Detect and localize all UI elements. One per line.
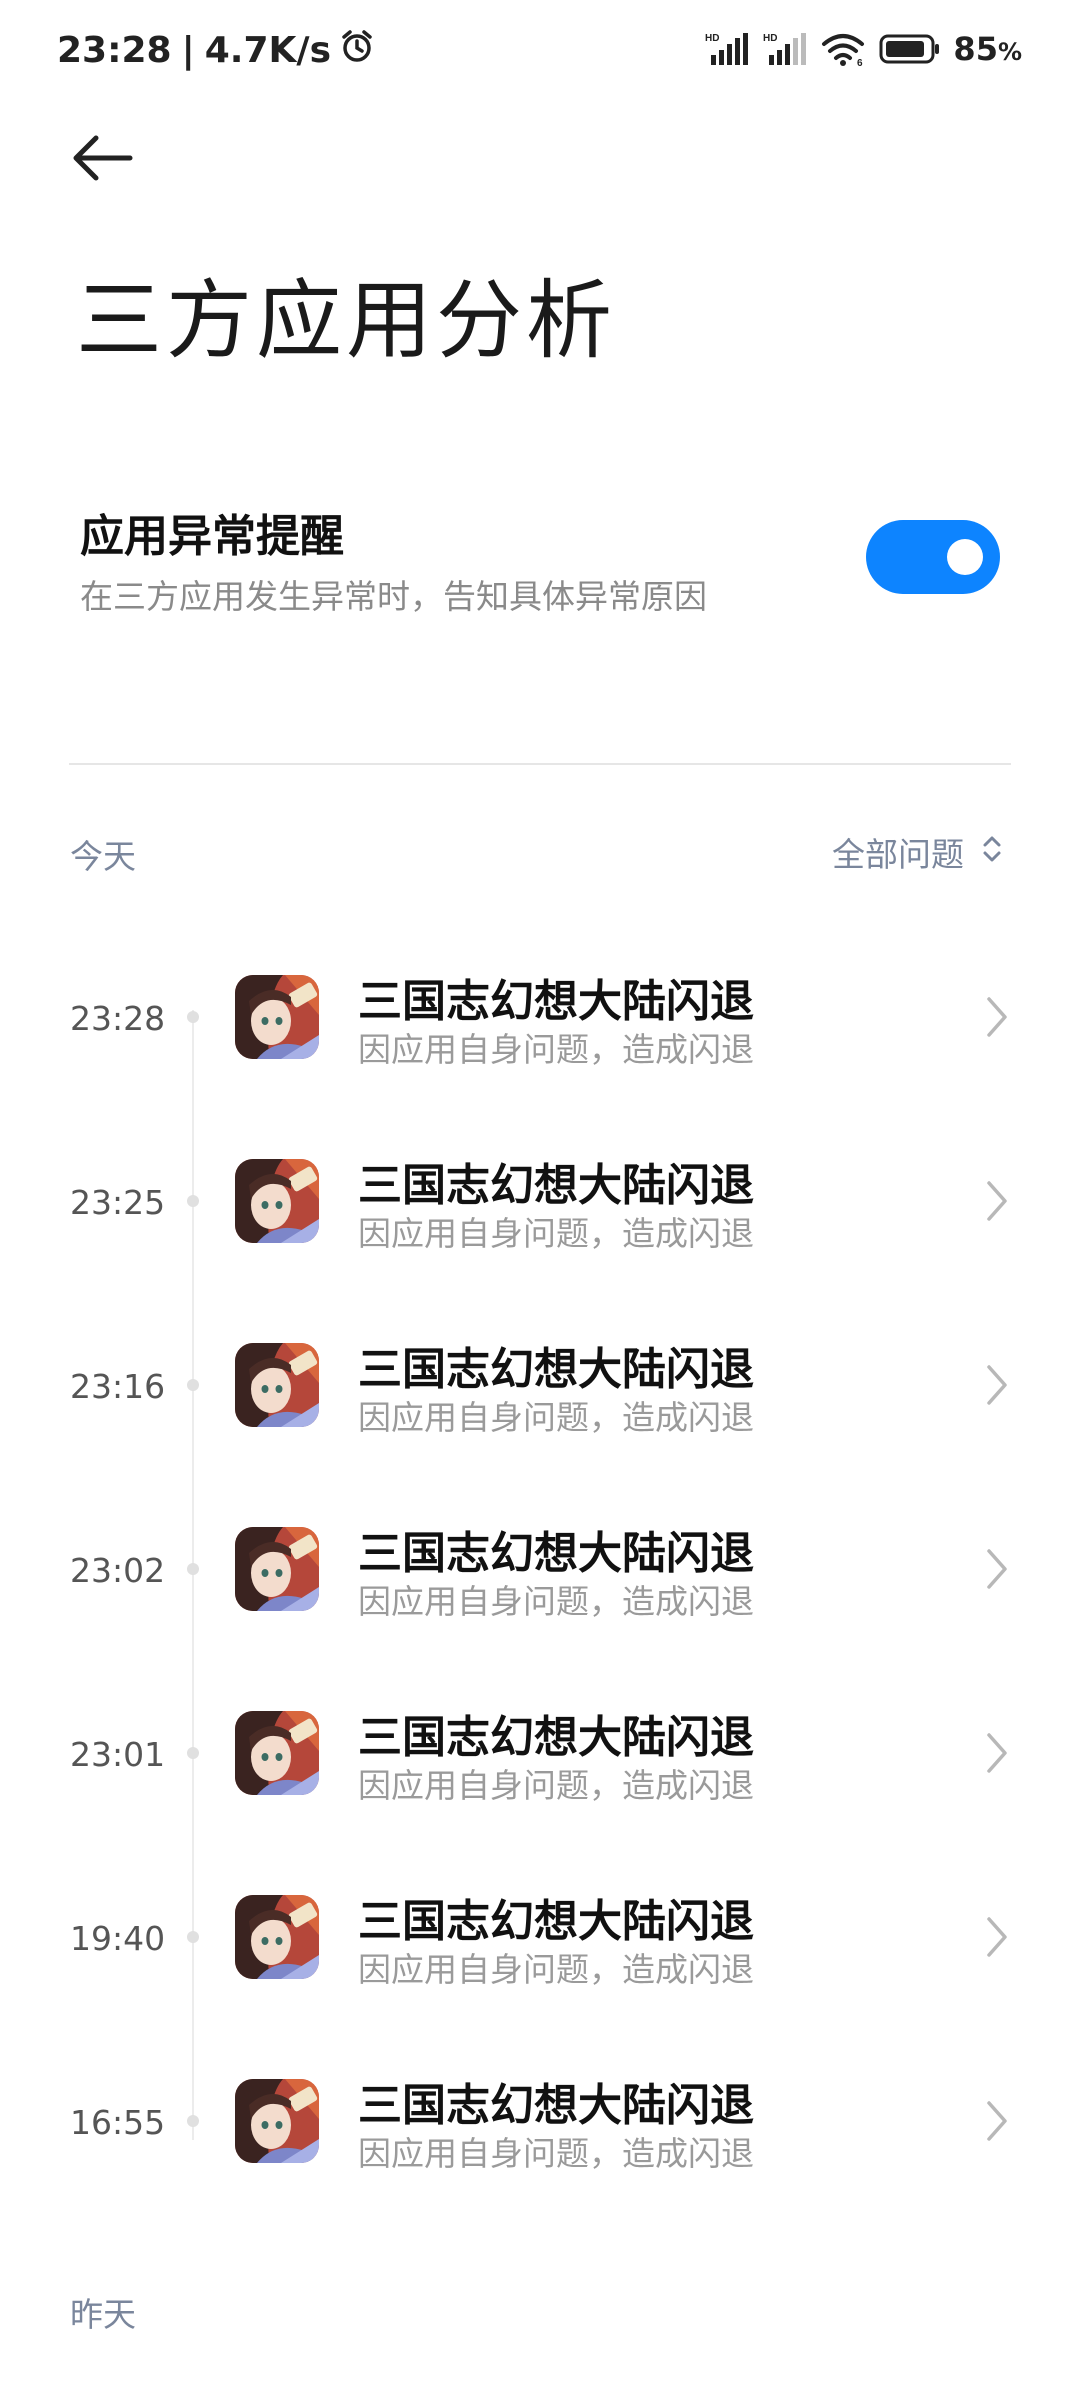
app-icon: [235, 1711, 319, 1795]
record-time: 23:02: [70, 1551, 166, 1590]
problem-filter-dropdown[interactable]: 全部问题: [832, 828, 1002, 876]
record-time: 23:25: [70, 1183, 166, 1222]
record-title: 三国志幻想大陆闪退: [358, 2080, 754, 2131]
setting-description: 在三方应用发生异常时，告知具体异常原因: [80, 577, 707, 616]
signal-hd-icon: HD: [705, 31, 751, 67]
record-reason: 因应用自身问题，造成闪退: [358, 1950, 754, 1989]
chevron-right-icon: [985, 1547, 1009, 1595]
setting-title: 应用异常提醒: [80, 511, 344, 562]
record-time: 23:01: [70, 1735, 166, 1774]
svg-text:HD: HD: [763, 33, 777, 44]
chevron-right-icon: [985, 1179, 1009, 1227]
battery-level: 85%: [953, 30, 1022, 68]
timeline-dot: [187, 2115, 199, 2127]
battery-icon: [879, 33, 941, 65]
filter-label: 全部问题: [832, 835, 964, 874]
wifi-icon: 6: [821, 31, 867, 67]
record-reason: 因应用自身问题，造成闪退: [358, 1214, 754, 1253]
app-icon: [235, 1527, 319, 1611]
app-icon: [235, 2079, 319, 2163]
crash-record-row[interactable]: 23:02 三国志幻想大陆闪退 因应用自身问题，造成闪退: [0, 1487, 1080, 1671]
crash-record-row[interactable]: 23:16 三国志幻想大陆闪退 因应用自身问题，造成闪退: [0, 1303, 1080, 1487]
status-bar-right: HD HD 6 85%: [705, 30, 1022, 68]
record-reason: 因应用自身问题，造成闪退: [358, 1030, 754, 1069]
record-title: 三国志幻想大陆闪退: [358, 1160, 754, 1211]
chevron-right-icon: [985, 2099, 1009, 2147]
chevron-right-icon: [985, 1731, 1009, 1779]
app-icon: [235, 975, 319, 1059]
record-time: 19:40: [70, 1919, 166, 1958]
record-time: 23:16: [70, 1367, 166, 1406]
status-bar-left: 23:28 | 4.7K/s: [57, 28, 375, 73]
timeline-dot: [187, 1747, 199, 1759]
crash-record-row[interactable]: 23:28 三国志幻想大陆闪退 因应用自身问题，造成闪退: [0, 935, 1080, 1119]
record-time: 23:28: [70, 999, 166, 1038]
chevron-right-icon: [985, 1915, 1009, 1963]
crash-record-row[interactable]: 16:55 三国志幻想大陆闪退 因应用自身问题，造成闪退: [0, 2039, 1080, 2223]
arrow-left-icon: [70, 133, 134, 187]
chevron-right-icon: [985, 1363, 1009, 1411]
chevron-right-icon: [985, 995, 1009, 1043]
record-title: 三国志幻想大陆闪退: [358, 1344, 754, 1395]
record-title: 三国志幻想大陆闪退: [358, 976, 754, 1027]
sort-updown-icon: [982, 833, 1002, 872]
timeline-dot: [187, 1195, 199, 1207]
divider: [69, 763, 1011, 765]
network-speed: 4.7K/s: [204, 30, 331, 71]
crash-record-row[interactable]: 23:01 三国志幻想大陆闪退 因应用自身问题，造成闪退: [0, 1671, 1080, 1855]
record-reason: 因应用自身问题，造成闪退: [358, 2134, 754, 2173]
toggle-knob: [947, 539, 983, 575]
svg-text:6: 6: [857, 58, 863, 67]
crash-record-row[interactable]: 19:40 三国志幻想大陆闪退 因应用自身问题，造成闪退: [0, 1855, 1080, 2039]
alarm-icon: [339, 28, 375, 73]
record-title: 三国志幻想大陆闪退: [358, 1896, 754, 1947]
timeline-dot: [187, 1931, 199, 1943]
svg-text:HD: HD: [705, 33, 719, 44]
app-icon: [235, 1895, 319, 1979]
signal-hd-icon: HD: [763, 31, 809, 67]
timeline-dot: [187, 1379, 199, 1391]
section-label-yesterday: 昨天: [70, 2295, 136, 2334]
status-separator: |: [181, 30, 195, 71]
crash-record-row[interactable]: 23:25 三国志幻想大陆闪退 因应用自身问题，造成闪退: [0, 1119, 1080, 1303]
back-button[interactable]: [70, 130, 150, 190]
anomaly-alert-toggle[interactable]: [866, 520, 1000, 594]
section-label-today: 今天: [70, 837, 136, 876]
record-reason: 因应用自身问题，造成闪退: [358, 1582, 754, 1621]
app-icon: [235, 1343, 319, 1427]
record-reason: 因应用自身问题，造成闪退: [358, 1766, 754, 1805]
app-icon: [235, 1159, 319, 1243]
record-title: 三国志幻想大陆闪退: [358, 1712, 754, 1763]
record-title: 三国志幻想大陆闪退: [358, 1528, 754, 1579]
page-title: 三方应用分析: [76, 271, 616, 371]
timeline-dot: [187, 1011, 199, 1023]
record-reason: 因应用自身问题，造成闪退: [358, 1398, 754, 1437]
timeline-dot: [187, 1563, 199, 1575]
status-time: 23:28: [57, 30, 172, 71]
record-time: 16:55: [70, 2103, 166, 2142]
